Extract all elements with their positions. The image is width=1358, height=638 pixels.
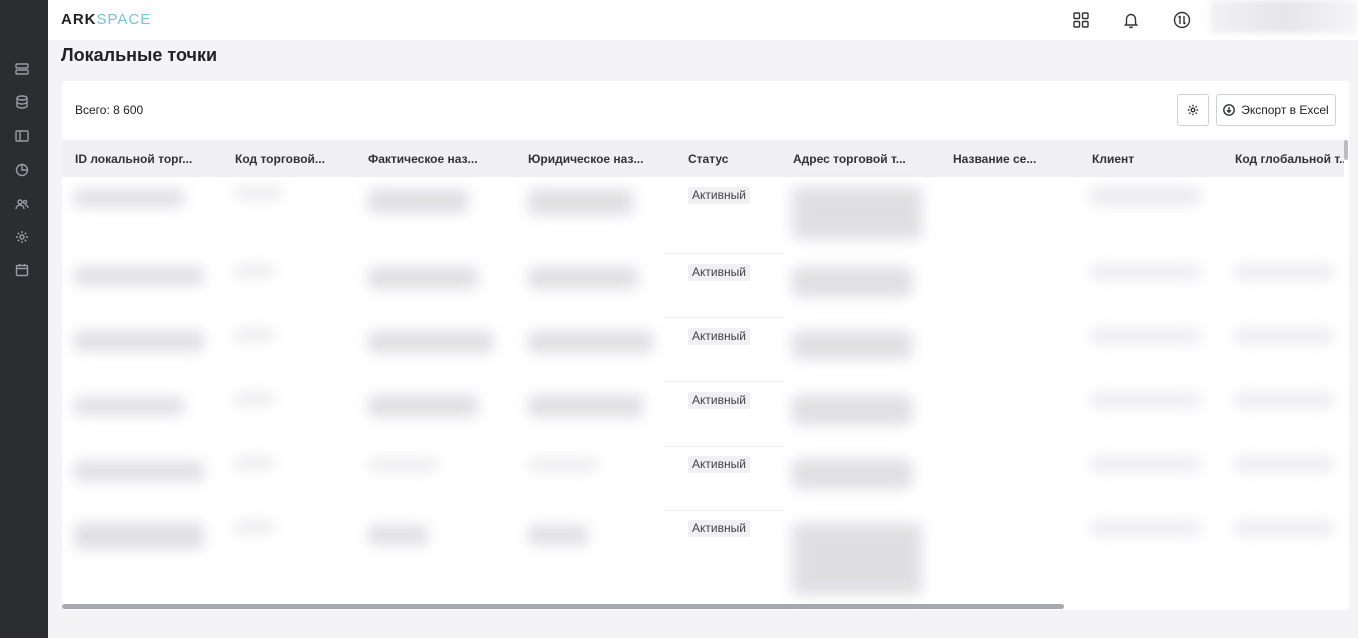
row-divider — [664, 253, 784, 254]
redacted-cell — [234, 265, 274, 277]
redacted-cell — [1090, 187, 1200, 205]
user-profile[interactable] — [1210, 0, 1358, 33]
column-header[interactable]: ID локальной торг... — [75, 140, 205, 177]
table-header: ID локальной торг... Код торговой... Фак… — [62, 140, 1344, 177]
redacted-cell — [792, 395, 912, 425]
redacted-cell — [234, 393, 274, 405]
redacted-cell — [368, 267, 478, 289]
horizontal-scrollbar[interactable] — [62, 604, 1349, 610]
export-excel-button[interactable]: Экспорт в Excel — [1216, 94, 1336, 126]
grid-apps-icon[interactable] — [1072, 11, 1090, 29]
redacted-cell — [1090, 393, 1200, 407]
redacted-cell — [74, 267, 204, 285]
calendar-icon[interactable] — [15, 263, 29, 277]
status-badge: Активный — [688, 456, 750, 473]
column-header[interactable]: Адрес торговой т... — [793, 140, 923, 177]
table-card: Всего: 8 600 Экспорт в Excel ID локально… — [62, 81, 1349, 610]
redacted-cell — [368, 189, 468, 213]
status-badge: Активный — [688, 328, 750, 345]
column-header[interactable]: Статус — [688, 140, 768, 177]
redacted-cell — [1234, 521, 1334, 535]
redacted-cell — [234, 329, 274, 341]
redacted-cell — [1090, 329, 1200, 343]
status-badge: Активный — [688, 520, 750, 537]
redacted-cell — [1234, 457, 1334, 471]
redacted-cell — [528, 267, 638, 289]
redacted-cell — [368, 331, 493, 353]
horizontal-scrollbar-thumb[interactable] — [62, 604, 1064, 609]
column-header[interactable]: Юридическое наз... — [528, 140, 658, 177]
redacted-cell — [792, 331, 912, 359]
redacted-cell — [1090, 457, 1200, 471]
logo[interactable]: ARKSPACE — [61, 11, 151, 28]
bell-icon[interactable] — [1122, 11, 1140, 29]
sync-icon[interactable] — [1173, 11, 1191, 29]
redacted-cell — [1090, 265, 1200, 279]
redacted-cell — [792, 459, 912, 489]
redacted-cell — [234, 457, 274, 469]
redacted-cell — [1090, 521, 1200, 535]
redacted-cell — [234, 187, 282, 199]
redacted-cell — [528, 189, 633, 215]
panel-icon[interactable] — [15, 129, 29, 143]
gear-icon — [1187, 104, 1199, 116]
row-divider — [664, 510, 784, 511]
column-header[interactable]: Код глобальной т... — [1235, 140, 1344, 177]
redacted-cell — [368, 525, 428, 545]
row-divider — [664, 381, 784, 382]
export-excel-label: Экспорт в Excel — [1241, 103, 1329, 117]
redacted-cell — [792, 523, 922, 595]
redacted-cell — [1234, 393, 1334, 407]
column-header[interactable]: Код торговой... — [235, 140, 345, 177]
top-bar: ARKSPACE — [48, 0, 1358, 40]
database-icon[interactable] — [15, 95, 29, 109]
status-badge: Активный — [688, 264, 750, 281]
column-header[interactable]: Название се... — [953, 140, 1063, 177]
redacted-cell — [1234, 329, 1334, 343]
redacted-cell — [528, 525, 588, 545]
redacted-cell — [368, 395, 478, 417]
redacted-cell — [528, 395, 643, 417]
redacted-cell — [528, 331, 653, 353]
table-settings-button[interactable] — [1177, 94, 1209, 126]
redacted-cell — [74, 523, 204, 549]
redacted-cell — [74, 331, 204, 351]
server-icon[interactable] — [15, 62, 29, 76]
column-header[interactable]: Фактическое наз... — [368, 140, 498, 177]
status-badge: Активный — [688, 392, 750, 409]
users-icon[interactable] — [15, 197, 29, 211]
redacted-cell — [368, 459, 438, 471]
redacted-cell — [74, 397, 184, 415]
gear-icon[interactable] — [15, 230, 29, 244]
status-badge: Активный — [688, 187, 750, 204]
redacted-cell — [792, 267, 912, 297]
column-header[interactable]: Клиент — [1092, 140, 1212, 177]
page-title: Локальные точки — [61, 45, 218, 65]
redacted-cell — [528, 459, 598, 471]
redacted-cell — [792, 187, 922, 239]
chart-pie-icon[interactable] — [15, 163, 29, 177]
row-divider — [664, 446, 784, 447]
sidebar — [0, 0, 48, 638]
redacted-cell — [74, 461, 204, 481]
total-count: Всего: 8 600 — [75, 103, 144, 117]
redacted-cell — [234, 521, 274, 533]
download-icon — [1223, 104, 1236, 116]
vertical-scrollbar[interactable] — [1344, 140, 1348, 160]
redacted-cell — [74, 189, 184, 207]
row-divider — [664, 317, 784, 318]
redacted-cell — [1234, 265, 1334, 279]
